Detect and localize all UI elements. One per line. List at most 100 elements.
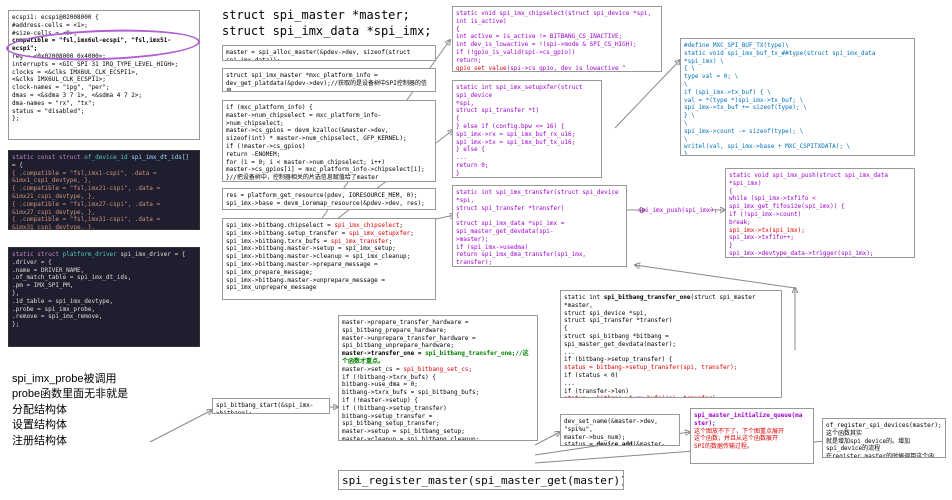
dts-l8: <&clks IMX6UL_CLK_ECSPI1>;	[12, 76, 196, 84]
btx-l2: static void spi_imx_buf_tx_##type(struct…	[684, 50, 911, 66]
chipsel-l5: return;	[456, 57, 658, 65]
prep-l1: master->prepare_transfer_hardware = spi_…	[342, 319, 534, 335]
initq-t3: SPI的数据传输过程。	[694, 443, 810, 451]
xfer-l2: {	[456, 212, 623, 220]
of-register-box: of_register_spi_devices(master);这个函数其实 就…	[822, 418, 946, 458]
res-l2: spi_imx->base = devm_ioremap_resource(&p…	[226, 200, 432, 208]
txone-l7: status = bitbang->setup_transfer(spi, tr…	[564, 364, 778, 372]
cs-l2: master->num_chipselect = mxc_platform_in…	[226, 112, 432, 128]
pdrv-rm: .remove = spi_imx_remove,	[12, 313, 196, 321]
prep-l9: if (!bitbang->setup_transfer)	[342, 405, 534, 413]
txone-l5: ...	[564, 349, 778, 357]
regmaster-text: spi_register_master(spi_master_get(maste…	[342, 474, 624, 487]
cs-l8: master->cs_gpios[i] = mxc_platform_info-…	[226, 166, 432, 174]
btx-l7: val = *(type *)spi_imx->tx_buf; \	[684, 97, 911, 105]
alloc-master-box: master = spi_alloc_master(&pdev->dev, si…	[222, 45, 436, 61]
setx-l9: return 0;	[456, 162, 598, 170]
devadd-l2: master->bus_num);	[564, 434, 676, 442]
push-l1: {	[729, 188, 911, 196]
ofdev-h: static const struct of_device_id spi_imx…	[12, 154, 196, 170]
pdrv-d: .driver = {	[12, 259, 196, 267]
ofdev-r1: { .compatible = "fsl,imx1-cspi", .data =…	[12, 170, 196, 186]
push-label: spi_imx_push(spi_imx);	[638, 207, 717, 215]
setx-l3: {	[456, 115, 598, 123]
chipsel-l3: int dev_is_lowactive = !(spi->mode & SPI…	[456, 41, 658, 49]
setx-l5: spi_imx->rx = spi_imx_buf_rx_u16;	[456, 131, 598, 139]
device-add-box: dev_set_name(&master->dev, "spi%u", mast…	[560, 414, 680, 446]
prep-l5: if (!bitbang->txrx_bufs) {	[342, 374, 534, 382]
platdata-box: struct spi_imx_master *mxc_platform_info…	[222, 68, 436, 92]
chipsel-l1: {	[456, 26, 658, 34]
btx-l8: spi_imx->tx_buf += sizeof(type); \	[684, 104, 911, 112]
prep-l4: master->set_cs = spi_bitbang_set_cs;	[342, 366, 534, 374]
chipsel-h: static void spi_imx_chipselect(struct sp…	[456, 10, 658, 26]
prep-l2: master->unprepare_transfer_hardware = sp…	[342, 335, 534, 351]
prep-l6: bitbang->use_dma = 0;	[342, 381, 534, 389]
dts-l1: ecspi1: ecspi@02008000 {	[12, 14, 196, 22]
chipsel-l2: int active = is_active != BITBANG_CS_INA…	[456, 33, 658, 41]
resource-box: res = platform_get_resource(pdev, IORESO…	[222, 188, 436, 210]
setx-h: static int spi_imx_setupxfer(struct spi_…	[456, 84, 598, 100]
devadd-l1: dev_set_name(&master->dev, "spi%u",	[564, 418, 676, 434]
devadd-l3: status = device_add(&master->dev);	[564, 441, 676, 446]
setx-l7: } else {	[456, 146, 598, 154]
cs-l7: for (i = 0; i < master->num_chipselect; …	[226, 159, 432, 167]
push-l8: spi_imx->devtype_data->trigger(spi_imx);	[729, 250, 911, 258]
ofdev-r4: { .compatible = "fsl,imx31-cspi", .data …	[12, 216, 196, 230]
note-l1: spi_imx_probe被调用	[12, 372, 128, 387]
bb-l4: spi_imx->bitbang.master->setup = spi_imx…	[226, 245, 432, 253]
dts-l10: dmas = <&sdma 3 7 1>, <&sdma 4 7 2>;	[12, 92, 196, 100]
setx-l8: ...	[456, 154, 598, 162]
pdrv-id: .id_table = spi_imx_devtype,	[12, 298, 196, 306]
bb-l9: spi_imx_unprepare_message	[226, 284, 432, 292]
prep-l12: master->setup = spi_bitbang_setup;	[342, 428, 534, 436]
dts-l2: #address-cells = <1>;	[12, 22, 196, 30]
setx-l10: }	[456, 170, 598, 178]
push-l7: }	[729, 242, 911, 250]
bitbang-start-box: spi_bitbang_start(&spi_imx->bitbang);	[212, 398, 330, 414]
btx-l3: { \	[684, 65, 911, 73]
txone-l10: if (transfer->len)	[564, 388, 778, 396]
ofdev-r2: { .compatible = "fsl,imx21-cspi", .data …	[12, 185, 196, 201]
dts-l12: status = "disabled";	[12, 108, 196, 116]
ofreg-l3: 在register master的时候调用这个函数。SPI节	[826, 453, 942, 458]
btx-l1: #define MXC_SPI_BUF_TX(type)\	[684, 42, 911, 50]
note-l3: 分配结构体	[12, 403, 128, 418]
cs-l3: master->cs_gpios = devm_kzalloc(&master-…	[226, 127, 432, 135]
dts-l7: clocks = <&clks IMX6UL_CLK_ECSPI1>,	[12, 69, 196, 77]
setx-l2: struct spi_transfer *t)	[456, 107, 598, 115]
push-box: static void spi_imx_push(struct spi_imx_…	[725, 168, 915, 258]
plat-l1: struct spi_imx_master *mxc_platform_info…	[226, 72, 432, 80]
transfer-box: static int spi_imx_transfer(struct spi_d…	[452, 185, 627, 267]
bb-l6: spi_imx->bitbang.master->prepare_message…	[226, 261, 432, 269]
cs-l1: if (mxc_platform_info) {	[226, 104, 432, 112]
btx-l11: spi_imx->count -= sizeof(type); \	[684, 128, 911, 136]
cs-l9: }//把设备树中，控制器相关的片选信息赋值给了master	[226, 174, 432, 182]
prep-l7: bitbang->txrx_bufs = spi_bitbang_bufs;	[342, 389, 534, 397]
dts-l13: };	[12, 115, 196, 123]
setx-l1: *spi,	[456, 100, 598, 108]
txone-l2: struct spi_transfer *transfer)	[564, 317, 778, 325]
cs-l5: if (!master->cs_gpios)	[226, 143, 432, 151]
txone-l1: struct spi_device *spi,	[564, 310, 778, 318]
prep-l8: if (!master->setup) {	[342, 397, 534, 405]
bb-l2: spi_imx->bitbang.setup_transfer = spi_im…	[226, 230, 432, 238]
txone-l11: status = bitbang->txrx_bufs(spi, transfe…	[564, 395, 778, 398]
btx-l9: } \	[684, 112, 911, 120]
dts-l6: interrupts = <GIC_SPI 31 IRQ_TYPE_LEVEL_…	[12, 61, 196, 69]
initq-h: spi_master_initialize_queue(ma	[694, 412, 810, 420]
txone-l6: if (bitbang->setup_transfer) {	[564, 356, 778, 364]
push-l6: spi_imx->txfifo++;	[729, 234, 911, 242]
xfer-l6: return spi_imx_dma_transfer(spi_imx, tra…	[456, 251, 623, 267]
res-l1: res = platform_get_resource(pdev, IORESO…	[226, 192, 432, 200]
start-text: spi_bitbang_start(&spi_imx->bitbang);	[216, 402, 314, 414]
bb-l1: spi_imx->bitbang.chipselect = spi_imx_ch…	[226, 222, 432, 230]
bb-l3: spi_imx->bitbang.txrx_bufs = spi_imx_tra…	[226, 238, 432, 246]
txone-l8: if (status < 0)	[564, 372, 778, 380]
ofreg-l1: of_register_spi_devices(master);这个函数其实	[826, 422, 942, 438]
platform-driver-block: static struct platform_driver spi_imx_dr…	[8, 247, 200, 347]
prep-l10: bitbang->setup_transfer =	[342, 413, 534, 421]
txone-l3: {	[564, 325, 778, 333]
prepare-hardware-box: master->prepare_transfer_hardware = spi_…	[338, 315, 538, 441]
plat-l2: dev_get_platdata(&pdev->dev);//获取的是设备树中S…	[226, 80, 432, 92]
